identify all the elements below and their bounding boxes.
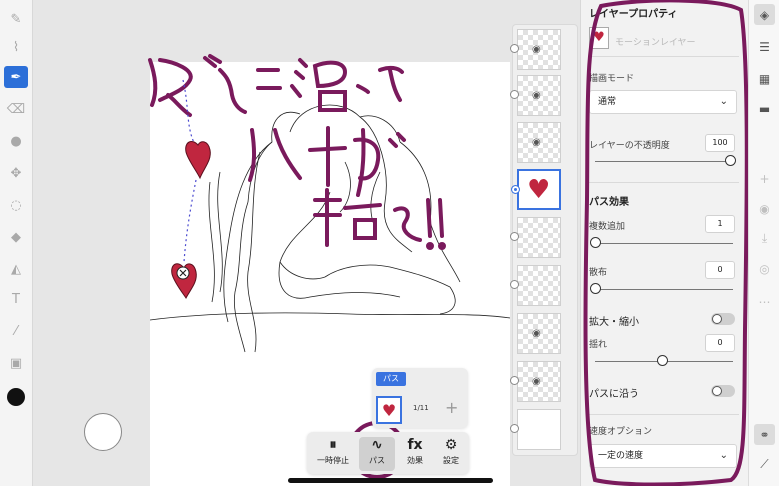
fill-icon[interactable]: ◆ — [4, 226, 28, 248]
app-window: ✎ ⌇ ✒ ⌫ ● ✥ ◌ ◆ ◭ T ⁄ ▣ パス ♥ 1/11 + ⏸ 一時… — [0, 0, 779, 486]
layer-radio[interactable] — [510, 232, 519, 241]
eye-icon[interactable]: ◉ — [532, 137, 541, 148]
layer-thumbnail-selected[interactable]: ♥ — [511, 169, 561, 210]
settings-icon: ⚙ — [444, 437, 458, 453]
effects-button[interactable]: fx 効果 — [397, 437, 433, 471]
path-count: 1/11 — [413, 404, 429, 412]
path-popup: パス ♥ 1/11 + — [372, 368, 468, 428]
move-icon[interactable]: ✥ — [4, 162, 28, 184]
eyedropper-icon[interactable]: ⁄ — [4, 320, 28, 342]
effects-label: 効果 — [407, 456, 423, 465]
comment-icon[interactable]: ▬ — [754, 98, 775, 119]
motion-icon[interactable]: ⚭ — [754, 424, 775, 445]
layer-thumbnail[interactable]: ◉ — [510, 29, 561, 70]
brush-icon[interactable]: ⌇ — [4, 36, 28, 58]
path-thumbnail[interactable]: ♥ — [376, 396, 402, 424]
add-layer-icon[interactable]: + — [754, 168, 775, 189]
lasso-icon[interactable]: ◌ — [4, 194, 28, 216]
layers-icon[interactable]: ◈ — [754, 4, 775, 25]
layer-radio-selected[interactable] — [511, 185, 520, 194]
mask-icon[interactable]: ◎ — [754, 258, 775, 279]
layers-strip: ◉ ◉ ◉ ♥ ◉ ◉ — [510, 24, 578, 456]
brush-size-indicator[interactable] — [84, 413, 122, 451]
vector-brush-icon[interactable]: ✒ — [4, 66, 28, 88]
path-button[interactable]: ∿ パス — [359, 437, 395, 471]
layer-radio[interactable] — [510, 90, 519, 99]
path-tab[interactable]: パス — [376, 372, 406, 386]
eraser-icon[interactable]: ⌫ — [4, 98, 28, 120]
pause-icon: ⏸ — [329, 437, 337, 453]
settings-label: 設定 — [443, 456, 459, 465]
layer-thumbnail[interactable]: ◉ — [517, 122, 561, 163]
layer-radio[interactable] — [510, 424, 519, 433]
eye-icon[interactable]: ◉ — [532, 44, 541, 55]
grid-icon[interactable]: ▦ — [754, 68, 775, 89]
path-label: パス — [369, 456, 385, 465]
layer-radio[interactable] — [510, 280, 519, 289]
import-icon[interactable]: ⤓ — [754, 228, 775, 249]
pause-button[interactable]: ⏸ 一時停止 — [315, 437, 351, 471]
eye-icon[interactable]: ◉ — [532, 90, 541, 101]
visibility-icon[interactable]: ◉ — [754, 198, 775, 219]
image-icon[interactable]: ▣ — [4, 352, 28, 374]
adjustments-icon[interactable]: ☰ — [754, 36, 775, 57]
eye-icon[interactable]: ◉ — [532, 376, 541, 387]
bottom-toolbar: ⏸ 一時停止 ∿ パス fx 効果 ⚙ 設定 — [307, 432, 469, 474]
blend-icon[interactable]: ● — [4, 130, 28, 152]
home-indicator — [288, 478, 493, 483]
right-icon-column: ◈ ☰ ▦ ▬ + ◉ ⤓ ◎ … ⚭ ⟋ — [748, 0, 779, 486]
text-icon[interactable]: T — [4, 288, 28, 310]
layer-thumbnail[interactable]: ◉ — [510, 75, 561, 116]
panel-highlight-oval — [583, 0, 749, 486]
layer-thumbnail[interactable]: ◉ — [510, 361, 561, 402]
left-toolbar: ✎ ⌇ ✒ ⌫ ● ✥ ◌ ◆ ◭ T ⁄ ▣ — [0, 0, 33, 486]
shape-icon[interactable]: ◭ — [4, 258, 28, 280]
pause-label: 一時停止 — [317, 456, 349, 465]
eye-icon[interactable]: ◉ — [532, 328, 541, 339]
effects-icon: fx — [407, 437, 423, 453]
current-color-swatch[interactable] — [7, 388, 25, 406]
more-icon[interactable]: … — [754, 288, 775, 309]
ruler-icon[interactable]: ⟋ — [754, 454, 775, 475]
layer-radio[interactable] — [510, 44, 519, 53]
pencil-icon[interactable]: ✎ — [4, 8, 28, 30]
layer-radio[interactable] — [510, 376, 519, 385]
layer-thumbnail[interactable] — [510, 265, 561, 306]
layer-thumbnail[interactable] — [510, 217, 561, 258]
layer-thumbnail-background[interactable] — [510, 409, 561, 450]
heart-icon: ♥ — [527, 175, 551, 205]
layer-thumbnail[interactable]: ◉ — [517, 313, 561, 354]
path-icon: ∿ — [371, 437, 383, 453]
add-path-button[interactable]: + — [445, 398, 458, 417]
settings-button[interactable]: ⚙ 設定 — [433, 437, 469, 471]
layer-properties-panel: レイヤープロパティ ♥ モーションレイヤー 描画モード 通常 ⌄ レイヤーの不透… — [580, 0, 749, 486]
